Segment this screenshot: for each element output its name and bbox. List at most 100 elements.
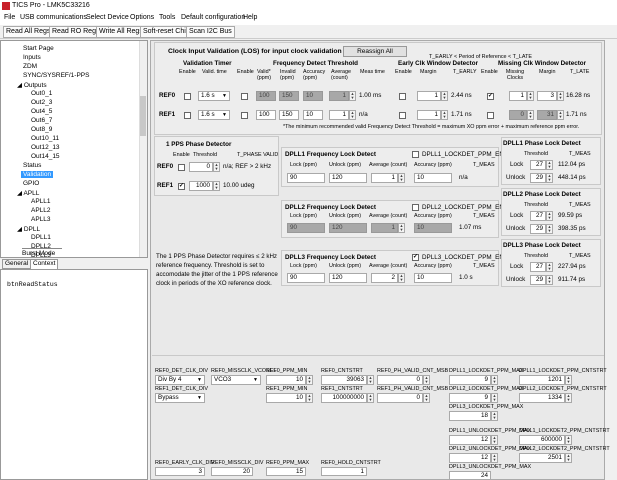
- tree-item-apll[interactable]: ◢ APLL: [17, 189, 39, 197]
- ref0-ph-valid-cnt-field[interactable]: 0: [377, 375, 423, 385]
- menu-options[interactable]: Options: [130, 14, 154, 21]
- write-all-regs-button[interactable]: Write All Regs: [96, 26, 146, 38]
- ref0-early-clk-div-field[interactable]: 3: [155, 467, 205, 476]
- ref0-missing-clocks-field[interactable]: 1: [509, 91, 527, 101]
- tab-general[interactable]: General: [2, 259, 32, 269]
- dpll1-phase-unlock-stepper[interactable]: ▲ ▼: [546, 173, 553, 183]
- ref0-ppm-max-field[interactable]: 15: [266, 467, 306, 476]
- ref1-ppm-min-field[interactable]: 10: [266, 393, 306, 403]
- tree-item-apll3[interactable]: APLL3: [31, 216, 51, 223]
- ref1-det-clk-div-select[interactable]: Bypass ▼: [155, 393, 205, 403]
- tree-item-out12-13[interactable]: Out12_13: [31, 144, 60, 151]
- ref0-ppm-min-field[interactable]: 10: [266, 375, 306, 385]
- reassign-all-button[interactable]: Reassign All: [343, 46, 407, 57]
- dpll1-phase-lock-field[interactable]: 27: [530, 160, 546, 170]
- ref0-ppm-min-stepper[interactable]: ▲ ▼: [306, 375, 313, 385]
- dpll3-phase-unlock-field[interactable]: 29: [530, 275, 546, 285]
- tree-item-out2-3[interactable]: Out2_3: [31, 99, 52, 106]
- dpll2-lockdet-ppm-cntstrt-field[interactable]: 1334: [519, 393, 565, 403]
- tree-item-apll1[interactable]: APLL1: [31, 198, 51, 205]
- dpll1-accuracy-field[interactable]: 10: [414, 173, 452, 183]
- dpll3-lockdet-max-stepper[interactable]: ▲ ▼: [491, 411, 498, 421]
- menu-usb-communications[interactable]: USB communications: [20, 14, 87, 21]
- tree-item-status[interactable]: Status: [23, 162, 41, 169]
- dpll2-lockdet-max-stepper[interactable]: ▲ ▼: [491, 393, 498, 403]
- tree-item-dpll1[interactable]: DPLL1: [31, 234, 51, 241]
- ref1-average-field[interactable]: 1: [329, 110, 349, 120]
- ref0-early-enable-checkbox[interactable]: [399, 93, 406, 100]
- ref0-accuracy-field[interactable]: 10: [303, 91, 323, 101]
- pps-ref0-enable-checkbox[interactable]: [178, 164, 185, 171]
- dpll2-unlock-ppm-field[interactable]: 120: [329, 223, 367, 233]
- ref0-det-clk-div-select[interactable]: Div By 4 ▼: [155, 375, 205, 385]
- ref0-early-margin-stepper[interactable]: ▲ ▼: [441, 91, 448, 101]
- ref1-ph-valid-stepper[interactable]: ▲ ▼: [423, 393, 430, 403]
- dpll1-phase-unlock-field[interactable]: 29: [530, 173, 546, 183]
- dpll3-unlock-ppm-field[interactable]: 120: [329, 273, 367, 283]
- ref1-invalid-ppm-field[interactable]: 150: [279, 110, 299, 120]
- ref1-validation-enable-checkbox[interactable]: [184, 112, 191, 119]
- expand-icon[interactable]: ◢: [17, 82, 24, 89]
- ref0-hold-cntstrt-field[interactable]: 1: [321, 467, 367, 476]
- ref1-early-margin-field[interactable]: 1: [417, 110, 441, 120]
- ref1-accuracy-field[interactable]: 10: [303, 110, 323, 120]
- menu-select-device[interactable]: Select Device: [86, 14, 129, 21]
- tree-item-out8-9[interactable]: Out8_9: [31, 126, 52, 133]
- tree-item-apll2[interactable]: APLL2: [31, 207, 51, 214]
- ref0-average-field[interactable]: 1: [329, 91, 349, 101]
- ref1-missing-clocks-field[interactable]: 0: [509, 110, 527, 120]
- tree-item-out4-5[interactable]: Out4_5: [31, 108, 52, 115]
- dpll3-unlockdet-ppm-max-field[interactable]: 24: [449, 471, 491, 480]
- ref1-freq-enable-checkbox[interactable]: [241, 112, 248, 119]
- dpll1-lockdet-cnt-stepper[interactable]: ▲ ▼: [565, 375, 572, 385]
- ref0-missing-enable-checkbox[interactable]: ✓: [487, 93, 494, 100]
- dpll1-average-field[interactable]: 1: [371, 173, 398, 183]
- dpll3-phase-lock-field[interactable]: 27: [530, 262, 546, 272]
- scan-i2c-bus-button[interactable]: Scan I2C Bus: [186, 26, 235, 38]
- dpll3-phase-unlock-stepper[interactable]: ▲ ▼: [546, 275, 553, 285]
- tree-scroll-thumb[interactable]: [140, 96, 146, 136]
- dpll3-accuracy-field[interactable]: 10: [414, 273, 452, 283]
- dpll2-average-field[interactable]: 1: [371, 223, 398, 233]
- tree-item-sync-sysref[interactable]: SYNC/SYSREF/1-PPS: [23, 72, 89, 79]
- ref0-missclk-div-field[interactable]: 20: [211, 467, 253, 476]
- dpll1-lockdet2-cnt-stepper[interactable]: ▲ ▼: [565, 435, 572, 445]
- ref0-early-margin-field[interactable]: 1: [417, 91, 441, 101]
- ref1-valid-time-select[interactable]: 1.6 s ▼: [198, 110, 230, 120]
- dpll2-accuracy-field[interactable]: 10: [414, 223, 452, 233]
- dpll1-phase-lock-stepper[interactable]: ▲ ▼: [546, 160, 553, 170]
- dpll2-average-stepper[interactable]: ▲ ▼: [398, 223, 405, 233]
- dpll1-lockdet-ppm-en-checkbox[interactable]: [412, 151, 419, 158]
- ref0-cntstrt-field[interactable]: 39063: [321, 375, 367, 385]
- ref1-cntstrt-stepper[interactable]: ▲ ▼: [367, 393, 374, 403]
- dpll3-average-field[interactable]: 2: [371, 273, 398, 283]
- ref0-freq-enable-checkbox[interactable]: [241, 93, 248, 100]
- ref0-validation-enable-checkbox[interactable]: [184, 93, 191, 100]
- dpll2-lockdet2-ppm-cntstrt-field[interactable]: 2501: [519, 453, 565, 463]
- pps-ref1-enable-checkbox[interactable]: ✓: [178, 183, 185, 190]
- read-ro-regs-button[interactable]: Read RO Regs: [49, 26, 103, 38]
- ref1-cntstrt-field[interactable]: 100000000: [321, 393, 367, 403]
- dpll1-unlockdet-ppm-max-field[interactable]: 12: [449, 435, 491, 445]
- dpll2-phase-unlock-field[interactable]: 29: [530, 224, 546, 234]
- dpll1-unlock-ppm-field[interactable]: 120: [329, 173, 367, 183]
- main-scrollbar[interactable]: [606, 40, 617, 480]
- ref1-early-enable-checkbox[interactable]: [399, 112, 406, 119]
- tree-item-burst-mode[interactable]: Burst Mode: [22, 250, 55, 257]
- dpll2-lockdet-cnt-stepper[interactable]: ▲ ▼: [565, 393, 572, 403]
- dpll1-lockdet-ppm-cntstrt-field[interactable]: 1201: [519, 375, 565, 385]
- ref0-ph-valid-stepper[interactable]: ▲ ▼: [423, 375, 430, 385]
- pps-ref1-stepper[interactable]: ▲ ▼: [213, 181, 220, 191]
- menu-help[interactable]: Help: [243, 14, 257, 21]
- ref1-valid-ppm-field[interactable]: 100: [256, 110, 276, 120]
- dpll2-lock-ppm-field[interactable]: 90: [287, 223, 325, 233]
- dpll3-lockdet-ppm-max-field[interactable]: 18: [449, 411, 491, 421]
- dpll1-lock-ppm-field[interactable]: 90: [287, 173, 325, 183]
- read-all-regs-button[interactable]: Read All Regs: [3, 26, 54, 38]
- tree-item-gpio[interactable]: GPIO: [23, 180, 39, 187]
- dpll1-lockdet2-ppm-cntstrt-field[interactable]: 600000: [519, 435, 565, 445]
- ref0-missclk-vcosel-select[interactable]: VCO3 ▼: [211, 375, 261, 385]
- tree-item-validation[interactable]: Validation: [21, 171, 54, 178]
- ref0-invalid-ppm-field[interactable]: 150: [279, 91, 299, 101]
- ref1-ph-valid-cnt-field[interactable]: 0: [377, 393, 423, 403]
